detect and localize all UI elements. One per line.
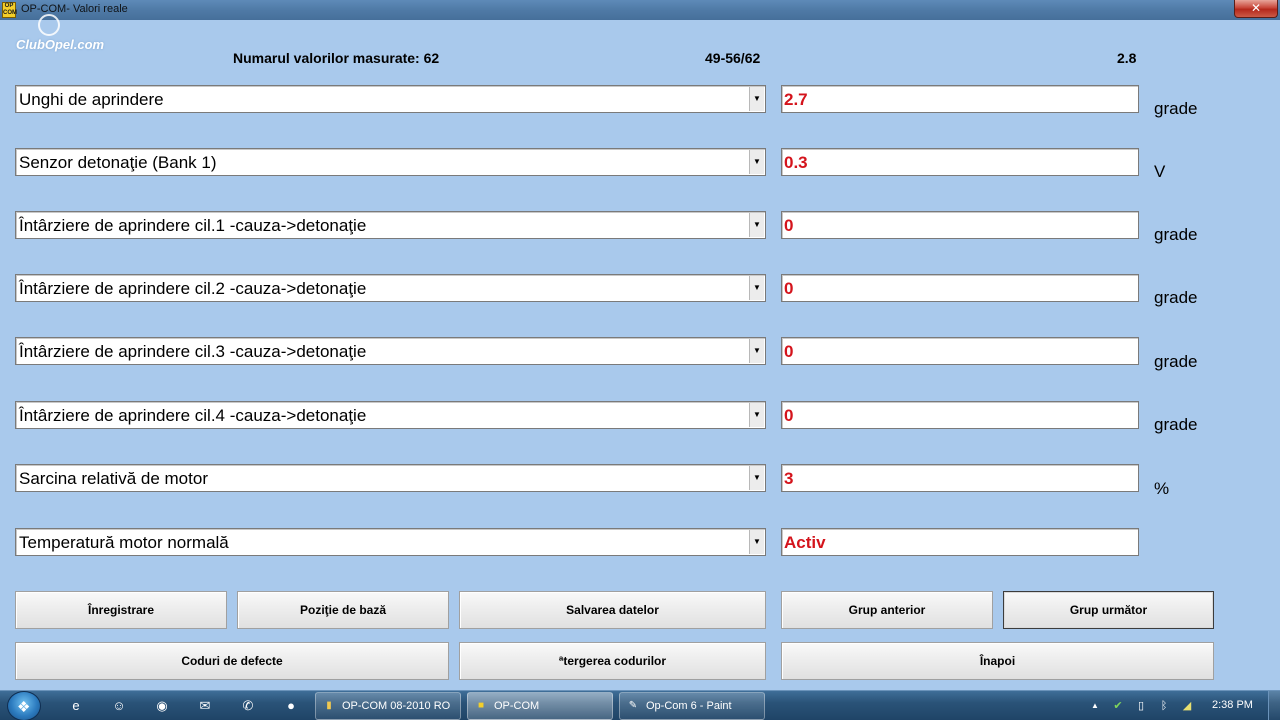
- version-label: 2.8: [1117, 50, 1137, 66]
- task-label: OP-COM 08-2010 RO: [342, 700, 451, 712]
- folder-icon: ▮: [326, 700, 332, 711]
- value-field-7: 3: [781, 464, 1139, 492]
- parameter-label: Întârziere de aprindere cil.3 -cauza->de…: [19, 342, 367, 361]
- previous-group-button[interactable]: Grup anterior: [781, 591, 993, 629]
- value-text: 0.3: [784, 153, 808, 172]
- parameter-select-1[interactable]: Unghi de aprindere ▼: [15, 85, 766, 113]
- value-text: Activ: [784, 533, 826, 552]
- parameter-label: Întârziere de aprindere cil.4 -cauza->de…: [19, 406, 367, 425]
- dropdown-arrow-icon[interactable]: ▼: [749, 150, 764, 174]
- unit-label-3: grade: [1154, 225, 1198, 244]
- parameter-select-5[interactable]: Întârziere de aprindere cil.3 -cauza->de…: [15, 337, 766, 365]
- unit-label-7: %: [1154, 479, 1170, 498]
- taskbar: ❖ e ☺ ◉ ✉ ✆ ● ▮ OP-COM 08-2010 RO ■ OP-C…: [0, 690, 1280, 720]
- next-group-button[interactable]: Grup următor: [1003, 591, 1214, 629]
- taskbar-item-opcom-folder[interactable]: ▮ OP-COM 08-2010 RO: [315, 692, 461, 720]
- windows-logo-icon: ❖: [17, 699, 31, 716]
- value-text: 3: [784, 469, 794, 488]
- unit-label-2: V: [1154, 162, 1166, 181]
- dropdown-arrow-icon[interactable]: ▼: [749, 276, 764, 300]
- group-range: 49-56/62: [705, 50, 761, 66]
- firefox-icon[interactable]: ●: [281, 697, 301, 715]
- unit-label-4: grade: [1154, 288, 1198, 307]
- parameter-label: Întârziere de aprindere cil.2 -cauza->de…: [19, 279, 367, 298]
- messenger-icon[interactable]: ☺: [109, 697, 129, 715]
- network-icon[interactable]: ✔: [1110, 698, 1126, 714]
- fault-codes-button[interactable]: Coduri de defecte: [15, 642, 449, 680]
- unit-label-5: grade: [1154, 352, 1198, 371]
- window-title: OP-COM- Valori reale: [21, 3, 128, 15]
- dropdown-arrow-icon[interactable]: ▼: [749, 87, 764, 111]
- value-text: 0: [784, 342, 794, 361]
- parameter-select-2[interactable]: Senzor detonaţie (Bank 1) ▼: [15, 148, 766, 176]
- value-text: 0: [784, 279, 794, 298]
- value-field-2: 0.3: [781, 148, 1139, 176]
- measured-values-count: Numarul valorilor masurate: 62: [233, 50, 440, 66]
- parameter-label: Sarcina relativă de motor: [19, 469, 208, 488]
- parameter-select-3[interactable]: Întârziere de aprindere cil.1 -cauza->de…: [15, 211, 766, 239]
- system-clock[interactable]: 2:38 PM: [1212, 699, 1253, 711]
- parameter-label: Temperatură motor normală: [19, 533, 229, 552]
- parameter-select-8[interactable]: Temperatură motor normală ▼: [15, 528, 766, 556]
- back-button[interactable]: Înapoi: [781, 642, 1214, 680]
- show-hidden-icons[interactable]: ▲: [1087, 698, 1103, 714]
- app-icon: OP COM: [2, 2, 17, 18]
- dropdown-arrow-icon[interactable]: ▼: [749, 466, 764, 490]
- unit-label-1: grade: [1154, 99, 1198, 118]
- chat-icon[interactable]: ✉: [195, 697, 215, 715]
- logo-ring-icon: [38, 14, 60, 36]
- task-label: Op-Com 6 - Paint: [646, 700, 732, 712]
- value-field-4: 0: [781, 274, 1139, 302]
- chrome-icon[interactable]: ◉: [152, 697, 172, 715]
- taskbar-item-paint[interactable]: ✎ Op-Com 6 - Paint: [619, 692, 765, 720]
- close-button[interactable]: ✕: [1234, 0, 1278, 18]
- parameter-select-7[interactable]: Sarcina relativă de motor ▼: [15, 464, 766, 492]
- value-field-3: 0: [781, 211, 1139, 239]
- parameter-label: Întârziere de aprindere cil.1 -cauza->de…: [19, 216, 367, 235]
- record-button[interactable]: Înregistrare: [15, 591, 227, 629]
- dropdown-arrow-icon[interactable]: ▼: [749, 530, 764, 554]
- dropdown-arrow-icon[interactable]: ▼: [749, 213, 764, 237]
- bluetooth-icon[interactable]: ᛒ: [1156, 698, 1172, 714]
- title-bar: OP COM OP-COM- Valori reale ✕: [0, 0, 1280, 20]
- dropdown-arrow-icon[interactable]: ▼: [749, 403, 764, 427]
- start-button[interactable]: ❖: [7, 691, 41, 720]
- battery-icon[interactable]: ▯: [1133, 698, 1149, 714]
- value-field-6: 0: [781, 401, 1139, 429]
- show-desktop-button[interactable]: [1268, 691, 1280, 720]
- value-field-8: Activ: [781, 528, 1139, 556]
- task-label: OP-COM: [494, 700, 540, 712]
- value-text: 2.7: [784, 90, 808, 109]
- value-field-1: 2.7: [781, 85, 1139, 113]
- wifi-icon[interactable]: ◢: [1179, 698, 1195, 714]
- parameter-label: Unghi de aprindere: [19, 90, 164, 109]
- value-text: 0: [784, 216, 794, 235]
- opcom-icon: ■: [477, 700, 485, 711]
- dropdown-arrow-icon[interactable]: ▼: [749, 339, 764, 363]
- value-text: 0: [784, 406, 794, 425]
- paint-icon: ✎: [628, 700, 638, 711]
- taskbar-item-opcom[interactable]: ■ OP-COM: [467, 692, 613, 720]
- parameter-select-6[interactable]: Întârziere de aprindere cil.4 -cauza->de…: [15, 401, 766, 429]
- clear-codes-button[interactable]: ªtergerea codurilor: [459, 642, 766, 680]
- save-data-button[interactable]: Salvarea datelor: [459, 591, 766, 629]
- parameter-label: Senzor detonaţie (Bank 1): [19, 153, 217, 172]
- viber-icon[interactable]: ✆: [238, 697, 258, 715]
- internet-explorer-icon[interactable]: e: [66, 697, 86, 715]
- base-position-button[interactable]: Poziţie de bază: [237, 591, 449, 629]
- value-field-5: 0: [781, 337, 1139, 365]
- watermark-logo: ClubOpel.com: [16, 37, 105, 52]
- parameter-select-4[interactable]: Întârziere de aprindere cil.2 -cauza->de…: [15, 274, 766, 302]
- unit-label-6: grade: [1154, 415, 1198, 434]
